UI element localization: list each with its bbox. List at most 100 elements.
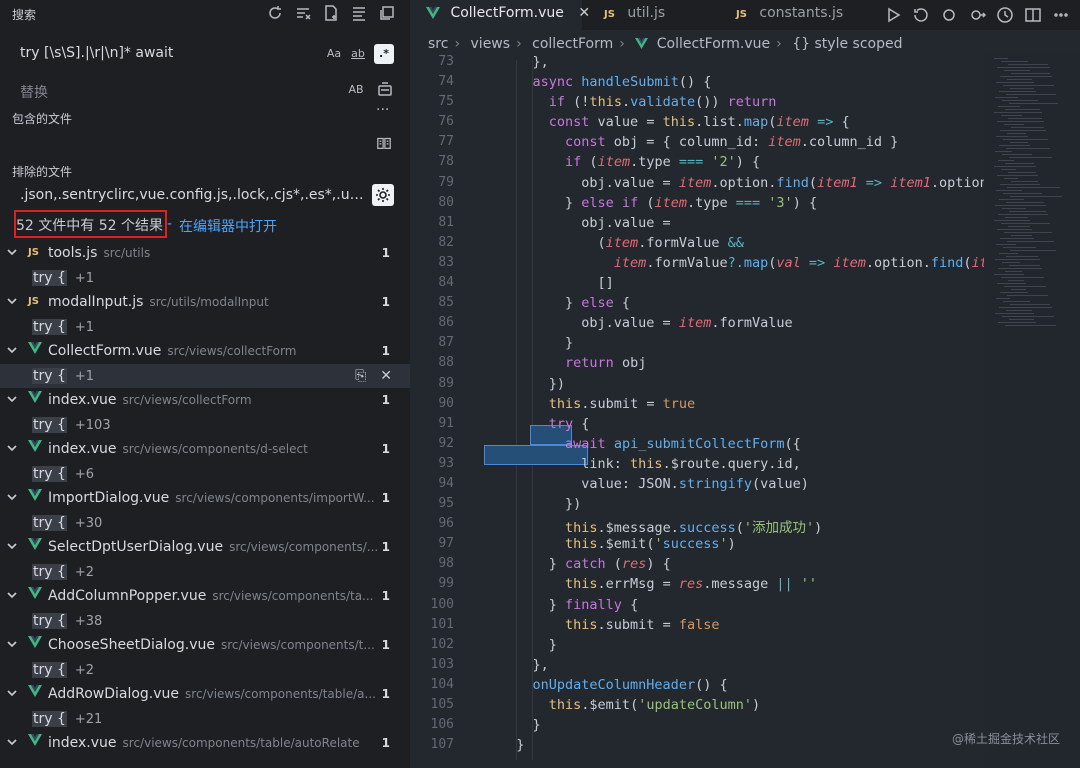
search-query[interactable]: try [\s\S].|\r|\n]* await [20, 45, 173, 61]
result-match-row[interactable]: try {+1 ⎘ ✕ [0, 363, 410, 388]
result-match-row[interactable]: try {+21 [0, 707, 410, 732]
result-match-row[interactable]: try {+103 [0, 413, 410, 438]
code-line[interactable]: 83 item.formValue?.map(val => item.optio… [410, 253, 1080, 273]
chevron-down-icon[interactable] [6, 295, 18, 307]
close-tab-icon[interactable]: ✕ [578, 5, 590, 21]
result-match-row[interactable]: try {+6 [0, 462, 410, 487]
code-line[interactable]: 82 (item.formValue && [410, 233, 1080, 253]
preserve-case-toggle[interactable]: AB [346, 80, 366, 100]
run-icon[interactable] [884, 6, 902, 28]
result-file-row[interactable]: ChooseSheetDialog.vue src/views/component… [0, 633, 410, 658]
chevron-down-icon[interactable] [6, 442, 18, 454]
breadcrumb-item[interactable]: views [471, 36, 511, 52]
replace-input[interactable]: 替换 AB [12, 75, 398, 105]
chevron-down-icon[interactable] [6, 638, 18, 650]
use-regex-toggle[interactable]: .* [374, 44, 394, 64]
result-file-row[interactable]: index.vue src/views/components/d-select 1 [0, 437, 410, 462]
clear-results-icon[interactable] [294, 4, 312, 26]
code-line[interactable]: 93 link: this.$route.query.id, [410, 454, 1080, 474]
code-line[interactable]: 77 const obj = { column_id: item.column_… [410, 132, 1080, 152]
match-case-toggle[interactable]: Aa [324, 44, 344, 64]
code-line[interactable]: 99 this.errMsg = res.message || '' [410, 574, 1080, 594]
result-file-row[interactable]: AddRowDialog.vue src/views/components/tab… [0, 682, 410, 707]
tab-util-js[interactable]: JS util.js [604, 0, 665, 30]
breadcrumb-item[interactable]: {} style scoped [792, 36, 902, 52]
code-line[interactable]: 85 } else { [410, 293, 1080, 313]
result-file-row[interactable]: index.vue src/views/collectForm 1 [0, 388, 410, 413]
code-line[interactable]: 101 this.submit = false [410, 615, 1080, 635]
code-line[interactable]: 87 } [410, 333, 1080, 353]
search-input[interactable]: try [\s\S].|\r|\n]* await Aa ab .* [12, 39, 398, 69]
breadcrumb-item[interactable]: CollectForm.vue [657, 36, 770, 52]
result-file-row[interactable]: ImportDialog.vue src/views/components/imp… [0, 486, 410, 511]
code-line[interactable]: 80 } else if (item.type === '3') { [410, 193, 1080, 213]
result-file-row[interactable]: JS tools.js src/utils 1 [0, 241, 410, 266]
code-line[interactable]: 86 obj.value = item.formValue [410, 313, 1080, 333]
code-line[interactable]: 105 this.$emit('updateColumn') [410, 695, 1080, 715]
chevron-down-icon[interactable] [6, 393, 18, 405]
result-match-row[interactable]: try {+2 [0, 658, 410, 683]
code-line[interactable]: 78 if (item.type === '2') { [410, 152, 1080, 172]
chevron-down-icon[interactable] [6, 246, 18, 258]
tab-collectform-vue[interactable]: CollectForm.vue ✕ [410, 0, 590, 30]
tab-constants-js[interactable]: JS constants.js [736, 0, 843, 30]
result-file-row[interactable]: JS modalInput.js src/utils/modalInput 1 [0, 290, 410, 315]
code-line[interactable]: 79 obj.value = item.option.find(item1 =>… [410, 173, 1080, 193]
exclude-files-input[interactable]: .json,.sentryclirc,vue.config.js,.lock,.… [20, 187, 370, 203]
collapse-all-icon[interactable] [378, 4, 396, 26]
chevron-down-icon[interactable] [6, 687, 18, 699]
circle-dot-icon[interactable] [940, 6, 958, 28]
replace-icon[interactable]: ⎘ [355, 368, 366, 384]
result-match-row[interactable]: try {+1 [0, 315, 410, 340]
code-line[interactable]: 94 value: JSON.stringify(value) [410, 474, 1080, 494]
include-files-input[interactable] [12, 130, 398, 156]
code-line[interactable]: 97 this.$emit('success') [410, 534, 1080, 554]
code-line[interactable]: 100 } finally { [410, 595, 1080, 615]
replace-all-icon[interactable] [376, 80, 394, 102]
go-forward-icon[interactable] [968, 6, 987, 28]
result-file-row[interactable]: CollectForm.vue src/views/collectForm 1 [0, 339, 410, 364]
chevron-down-icon[interactable] [6, 540, 18, 552]
open-in-editor-link[interactable]: 在编辑器中打开 [179, 216, 277, 236]
result-match-row[interactable]: try {+2 [0, 560, 410, 585]
code-line[interactable]: 81 obj.value = [410, 213, 1080, 233]
result-file-row[interactable]: AddColumnPopper.vue src/views/components/… [0, 584, 410, 609]
new-search-editor-icon[interactable] [322, 4, 340, 26]
use-exclude-settings-icon[interactable] [372, 184, 394, 206]
code-line[interactable]: 74 async handleSubmit() { [410, 72, 1080, 92]
more-options-icon[interactable]: ··· [376, 102, 389, 118]
code-line[interactable]: 98 } catch (res) { [410, 554, 1080, 574]
code-line[interactable]: 103 }, [410, 655, 1080, 675]
breadcrumb-item[interactable]: collectForm [532, 36, 613, 52]
code-line[interactable]: 90 this.submit = true [410, 394, 1080, 414]
code-line[interactable]: 84 [] [410, 273, 1080, 293]
result-match-row[interactable]: try {+38 [0, 609, 410, 634]
code-line[interactable]: 102 } [410, 635, 1080, 655]
chevron-down-icon[interactable] [6, 344, 18, 356]
dismiss-icon[interactable]: ✕ [380, 368, 392, 384]
view-as-tree-icon[interactable] [350, 4, 368, 26]
code-line[interactable]: 104 onUpdateColumnHeader() { [410, 675, 1080, 695]
more-actions-icon[interactable] [1052, 6, 1070, 28]
code-line[interactable]: 95 }) [410, 494, 1080, 514]
minimap[interactable] [986, 52, 1080, 768]
go-back-icon[interactable] [912, 6, 930, 28]
chevron-down-icon[interactable] [6, 736, 18, 748]
match-whole-word-toggle[interactable]: ab [348, 44, 368, 64]
code-line[interactable]: 91 try { [410, 414, 1080, 434]
code-line[interactable]: 75 if (!this.validate()) return [410, 92, 1080, 112]
timeline-icon[interactable] [996, 6, 1014, 28]
split-editor-icon[interactable] [1024, 6, 1042, 28]
breadcrumb-item[interactable]: src [428, 36, 448, 52]
open-editors-only-icon[interactable] [376, 135, 392, 155]
chevron-down-icon[interactable] [6, 589, 18, 601]
code-line[interactable]: 92 await api_submitCollectForm({ [410, 434, 1080, 454]
refresh-icon[interactable] [266, 4, 284, 26]
result-file-row[interactable]: index.vue src/views/components/table/auto… [0, 731, 410, 756]
code-line[interactable]: 89 }) [410, 374, 1080, 394]
code-line[interactable]: 73 }, [410, 52, 1080, 72]
result-match-row[interactable]: try {+30 [0, 511, 410, 536]
code-line[interactable]: 76 const value = this.list.map(item => { [410, 112, 1080, 132]
code-line[interactable]: 88 return obj [410, 353, 1080, 373]
code-line[interactable]: 96 this.$message.success('添加成功') [410, 514, 1080, 536]
